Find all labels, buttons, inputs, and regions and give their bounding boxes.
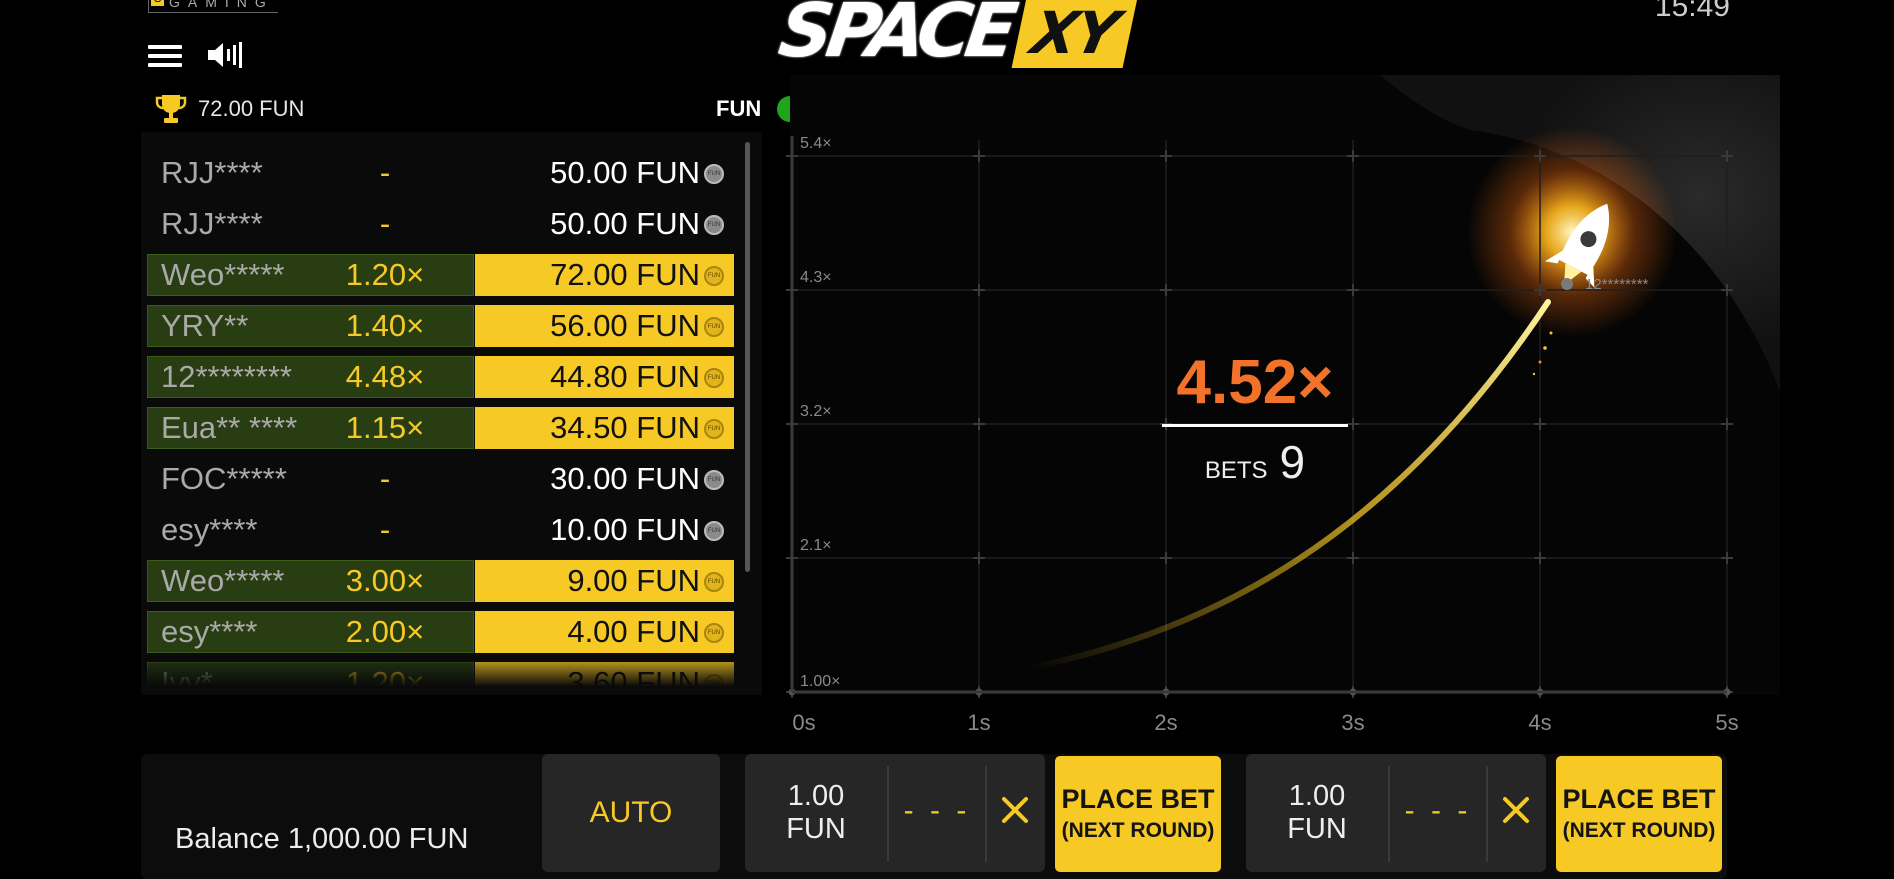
- clear-bet-icon-2[interactable]: [1490, 784, 1542, 836]
- cashout-marker-label: 12********: [1585, 276, 1649, 293]
- multiplier-display: 4.52× BETS 9: [1162, 352, 1348, 489]
- rocket-glow: [1467, 127, 1677, 337]
- bets-counter-value: 9: [1279, 436, 1306, 488]
- balance: Balance 1,000.00 FUN: [175, 823, 469, 855]
- x-tick-label: 5s: [1715, 710, 1738, 735]
- x-tick-label: 1s: [967, 710, 990, 735]
- auto-cashout-1[interactable]: - - -: [889, 794, 985, 828]
- clear-bet-icon-1[interactable]: [989, 784, 1041, 836]
- x-tick-label: 0s: [792, 710, 815, 735]
- flight-chart: 0s 1s 2s 3s 4s 5s 1.00× 2.1× 3.2× 4.3× 5.4× 12****…: [786, 75, 1780, 735]
- multiplier-divider: [1162, 424, 1348, 427]
- cashout-marker: [1561, 278, 1573, 290]
- bet-amount-1[interactable]: 1.00 FUN: [745, 780, 887, 846]
- x-tick-label: 2s: [1154, 710, 1177, 735]
- y-tick-label: 2.1×: [800, 537, 832, 554]
- current-multiplier: 4.52×: [1176, 348, 1334, 417]
- x-tick-label: 4s: [1528, 710, 1551, 735]
- auto-button[interactable]: AUTO: [542, 754, 720, 872]
- bet-panel-1: 1.00 FUN - - -: [745, 754, 1045, 872]
- place-bet-button-2[interactable]: PLACE BET (NEXT ROUND): [1556, 756, 1722, 872]
- y-tick-label: 1.00×: [800, 673, 840, 690]
- y-tick-label: 5.4×: [800, 135, 832, 152]
- y-tick-label: 3.2×: [800, 403, 832, 420]
- bets-counter-label: BETS: [1204, 457, 1268, 484]
- bets-counter: BETS 9: [1162, 435, 1348, 489]
- y-tick-label: 4.3×: [800, 269, 832, 286]
- bet-amount-2[interactable]: 1.00 FUN: [1246, 780, 1388, 846]
- auto-cashout-2[interactable]: - - -: [1390, 794, 1486, 828]
- bet-panel-2: 1.00 FUN - - -: [1246, 754, 1546, 872]
- x-tick-label: 3s: [1341, 710, 1364, 735]
- place-bet-button-1[interactable]: PLACE BET (NEXT ROUND): [1055, 756, 1221, 872]
